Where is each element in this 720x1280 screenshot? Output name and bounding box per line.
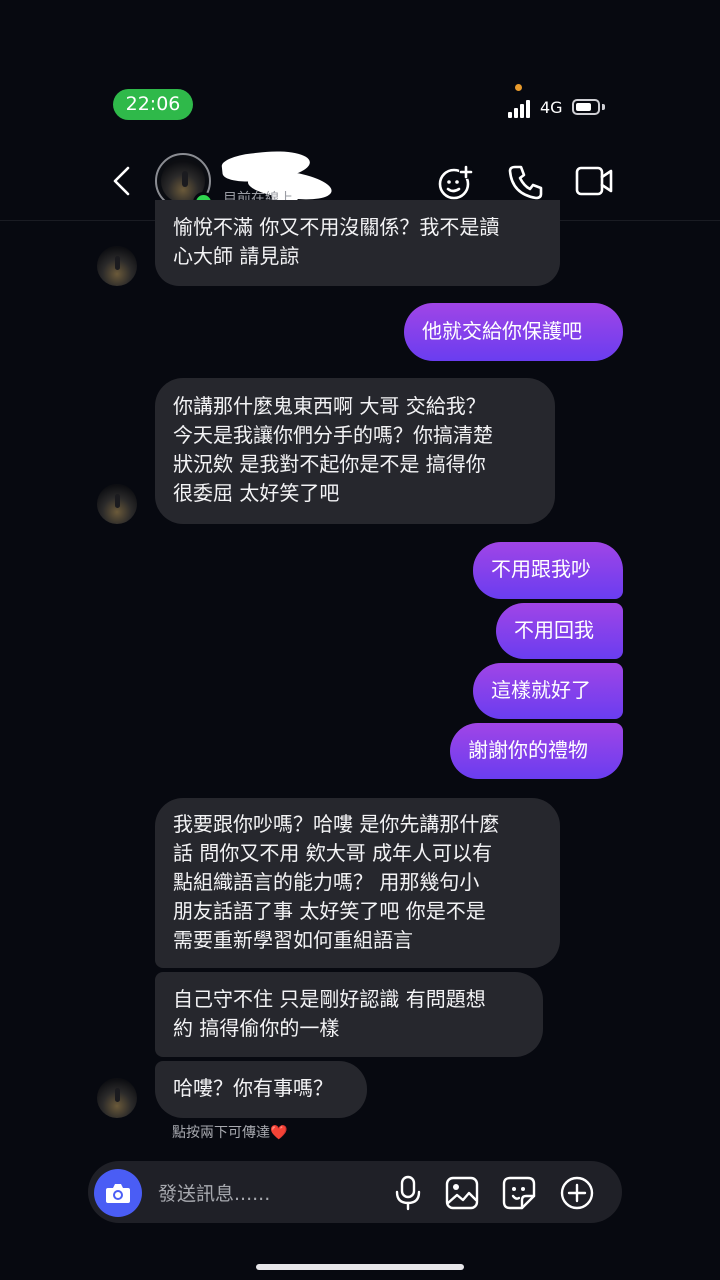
back-arrow-icon[interactable] xyxy=(108,164,138,198)
privacy-indicator-dot xyxy=(515,84,522,91)
status-time: 22:06 xyxy=(113,89,193,120)
microphone-icon[interactable] xyxy=(394,1175,422,1211)
camera-button[interactable] xyxy=(94,1169,142,1217)
gallery-icon[interactable] xyxy=(445,1176,479,1210)
message-outgoing[interactable]: 這樣就好了 xyxy=(473,663,623,719)
camera-icon xyxy=(106,1184,130,1203)
message-outgoing[interactable]: 不用回我 xyxy=(496,603,623,659)
message-incoming[interactable]: 愉悅不滿 你又不用沒關係？我不是讀 心大師 請見諒 xyxy=(155,200,560,286)
message-avatar xyxy=(97,1078,137,1118)
video-call-icon[interactable] xyxy=(574,163,614,199)
sticker-icon[interactable] xyxy=(502,1176,536,1210)
message-avatar xyxy=(97,246,137,286)
message-outgoing[interactable]: 他就交給你保護吧 xyxy=(404,303,623,361)
home-indicator xyxy=(256,1264,464,1270)
message-input[interactable] xyxy=(156,1179,380,1209)
message-incoming[interactable]: 你講那什麼鬼東西啊 大哥 交給我？ 今天是我讓你們分手的嗎？你搞清楚 狀況欸 是… xyxy=(155,378,555,524)
hint-text: 點按兩下可傳達 xyxy=(172,1125,270,1141)
battery-icon xyxy=(572,99,600,115)
battery-cap xyxy=(602,104,605,110)
heart-emoji: ❤️ xyxy=(270,1125,288,1141)
battery-level xyxy=(576,103,591,111)
message-avatar xyxy=(97,484,137,524)
double-tap-hint: 點按兩下可傳達❤️ xyxy=(172,1122,287,1142)
add-icon[interactable] xyxy=(559,1175,595,1211)
phone-icon[interactable] xyxy=(507,163,545,201)
message-outgoing[interactable]: 謝謝你的禮物 xyxy=(450,723,623,779)
message-outgoing[interactable]: 不用跟我吵 xyxy=(473,542,623,599)
signal-icon xyxy=(508,100,534,118)
effects-icon[interactable] xyxy=(436,162,476,202)
message-incoming[interactable]: 哈嘍？你有事嗎？ xyxy=(155,1061,367,1118)
network-type: 4G xyxy=(540,98,563,117)
message-incoming[interactable]: 我要跟你吵嗎？哈嘍 是你先講那什麼 話 問你又不用 欸大哥 成年人可以有 點組織… xyxy=(155,798,560,968)
message-incoming[interactable]: 自己守不住 只是剛好認識 有問題想 約 搞得偷你的一樣 xyxy=(155,972,543,1057)
